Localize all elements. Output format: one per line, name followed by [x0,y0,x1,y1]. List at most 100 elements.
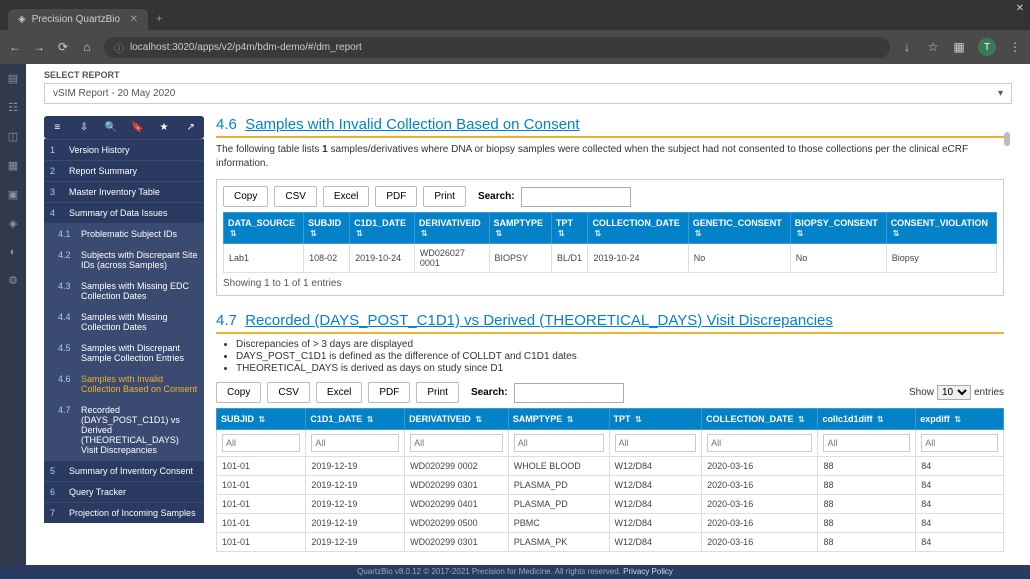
search-input-46[interactable] [521,187,631,207]
url-text: localhost:3020/apps/v2/p4m/bdm-demo/#/dm… [130,42,362,53]
column-header[interactable]: BIOPSY_CONSENT ⇅ [790,213,886,244]
rail-chart-icon[interactable]: ◫ [8,130,18,143]
table-row: 101-012019-12-19WD020299 0301PLASMA_PDW1… [217,476,1004,495]
sidebar-item[interactable]: 4.6Samples with Invalid Collection Based… [44,368,204,399]
download-arrow-icon[interactable]: ↓ [900,40,914,54]
sidebar-item[interactable]: 4.3Samples with Missing EDC Collection D… [44,275,204,306]
column-filter-input[interactable] [514,434,604,452]
tool-bookmark-icon[interactable]: 🔖 [124,116,151,139]
column-header[interactable]: SUBJID ⇅ [304,213,350,244]
address-bar[interactable]: ⓘ localhost:3020/apps/v2/p4m/bdm-demo/#/… [104,37,890,58]
rail-settings-icon[interactable]: ⚙ [8,274,18,287]
column-header[interactable]: DATA_SOURCE ⇅ [224,213,304,244]
column-filter-input[interactable] [222,434,300,452]
column-header[interactable]: CONSENT_VIOLATION ⇅ [886,213,996,244]
column-filter-input[interactable] [707,434,812,452]
table-row: 101-012019-12-19WD020299 0401PLASMA_PDW1… [217,495,1004,514]
forward-icon[interactable]: → [32,40,46,54]
table-row: 101-012019-12-19WD020299 0500PBMCW12/D84… [217,514,1004,533]
report-sidebar: ≡ ⇩ 🔍 🔖 ★ ↗ 1Version History2Report Summ… [44,116,204,557]
select-report-label: SELECT REPORT [44,70,1012,80]
menu-icon[interactable]: ⋮ [1008,40,1022,54]
column-filter-input[interactable] [311,434,399,452]
column-header[interactable]: TPT ⇅ [609,409,702,430]
rail-calendar-icon[interactable]: ☷ [8,101,18,114]
column-header[interactable]: SAMPTYPE ⇅ [508,409,609,430]
column-header[interactable]: collc1d1diff ⇅ [818,409,916,430]
rail-report-icon[interactable]: ▣ [8,188,18,201]
search-input-47[interactable] [514,383,624,403]
tab-close-icon[interactable]: ✕ [130,14,138,25]
select-report-value: vSIM Report - 20 May 2020 [53,88,175,99]
sidebar-item[interactable]: 1Version History [44,139,204,160]
column-header[interactable]: C1D1_DATE ⇅ [350,213,415,244]
column-filter-input[interactable] [921,434,998,452]
sidebar-item[interactable]: 4.7Recorded (DAYS_POST_C1D1) vs Derived … [44,399,204,460]
sidebar-item[interactable]: 2Report Summary [44,160,204,181]
table-info: Showing 1 to 1 of 1 entries [223,278,997,289]
sidebar-item[interactable]: 7Projection of Incoming Samples [44,502,204,523]
excel-button[interactable]: Excel [316,382,362,403]
column-header[interactable]: DERIVATIVEID ⇅ [405,409,509,430]
tool-share-icon[interactable]: ↗ [177,116,204,139]
sidebar-item[interactable]: 4.2Subjects with Discrepant Site IDs (ac… [44,244,204,275]
column-header[interactable]: DERIVATIVEID ⇅ [414,213,489,244]
column-header[interactable]: SAMPTYPE ⇅ [489,213,551,244]
csv-button[interactable]: CSV [267,382,310,403]
column-header[interactable]: COLLECTION_DATE ⇅ [702,409,818,430]
sidebar-item[interactable]: 4.1Problematic Subject IDs [44,223,204,244]
rail-item-icon[interactable]: ◈ [9,217,17,230]
column-filter-input[interactable] [615,434,697,452]
star-icon[interactable]: ☆ [926,40,940,54]
copy-button[interactable]: Copy [223,186,268,207]
copy-button[interactable]: Copy [216,382,261,403]
tool-star-icon[interactable]: ★ [151,116,178,139]
sidebar-item[interactable]: 6Query Tracker [44,481,204,502]
sidebar-item[interactable]: 4.4Samples with Missing Collection Dates [44,306,204,337]
print-button[interactable]: Print [416,382,459,403]
entries-select[interactable]: 10 [937,385,971,400]
tool-download-icon[interactable]: ⇩ [71,116,98,139]
column-header[interactable]: SUBJID ⇅ [217,409,306,430]
footer: QuartzBio v8.0.12 © 2017-2021 Precision … [0,565,1030,579]
sidebar-item[interactable]: 4.5Samples with Discrepant Sample Collec… [44,337,204,368]
sidebar-item[interactable]: 4Summary of Data Issues [44,202,204,223]
browser-tab[interactable]: ◈ Precision QuartzBio ✕ [8,9,148,30]
privacy-link[interactable]: Privacy Policy [623,567,673,576]
column-header[interactable]: COLLECTION_DATE ⇅ [588,213,688,244]
excel-button[interactable]: Excel [323,186,369,207]
print-button[interactable]: Print [423,186,466,207]
column-header[interactable]: C1D1_DATE ⇅ [306,409,405,430]
section-4-6-intro: The following table lists 1 samples/deri… [216,143,1004,171]
csv-button[interactable]: CSV [274,186,317,207]
select-report-dropdown[interactable]: vSIM Report - 20 May 2020 ▾ [44,83,1012,104]
pdf-button[interactable]: PDF [375,186,417,207]
reload-icon[interactable]: ⟳ [56,40,70,54]
table-row: 101-012019-12-19WD020299 0002WHOLE BLOOD… [217,457,1004,476]
scrollbar-thumb[interactable] [1004,132,1010,146]
tool-list-icon[interactable]: ≡ [44,116,71,139]
extension-icon[interactable]: ▦ [952,40,966,54]
section-4-7-bullets: Discrepancies of > 3 days are displayedD… [216,339,1004,374]
column-header[interactable]: TPT ⇅ [552,213,588,244]
pdf-button[interactable]: PDF [368,382,410,403]
table-4-6: DATA_SOURCE ⇅SUBJID ⇅C1D1_DATE ⇅DERIVATI… [223,212,997,273]
browser-chrome: ◈ Precision QuartzBio ✕ + ← → ⟳ ⌂ ⓘ loca… [0,0,1030,64]
info-icon: ⓘ [114,40,124,55]
column-header[interactable]: GENETIC_CONSENT ⇅ [688,213,790,244]
tab-favicon: ◈ [18,14,26,25]
home-icon[interactable]: ⌂ [80,40,94,54]
rail-home-icon[interactable]: ▤ [8,72,18,85]
window-close-icon[interactable]: ✕ [1016,3,1024,14]
column-filter-input[interactable] [823,434,910,452]
sidebar-item[interactable]: 5Summary of Inventory Consent [44,460,204,481]
new-tab-button[interactable]: + [148,8,170,30]
rail-data-icon[interactable]: ▦ [8,159,18,172]
back-icon[interactable]: ← [8,40,22,54]
column-filter-input[interactable] [410,434,503,452]
sidebar-item[interactable]: 3Master Inventory Table [44,181,204,202]
avatar[interactable]: T [978,38,996,56]
rail-item2-icon[interactable]: ◐ [10,246,17,258]
column-header[interactable]: expdiff ⇅ [916,409,1004,430]
tool-search-icon[interactable]: 🔍 [97,116,124,139]
